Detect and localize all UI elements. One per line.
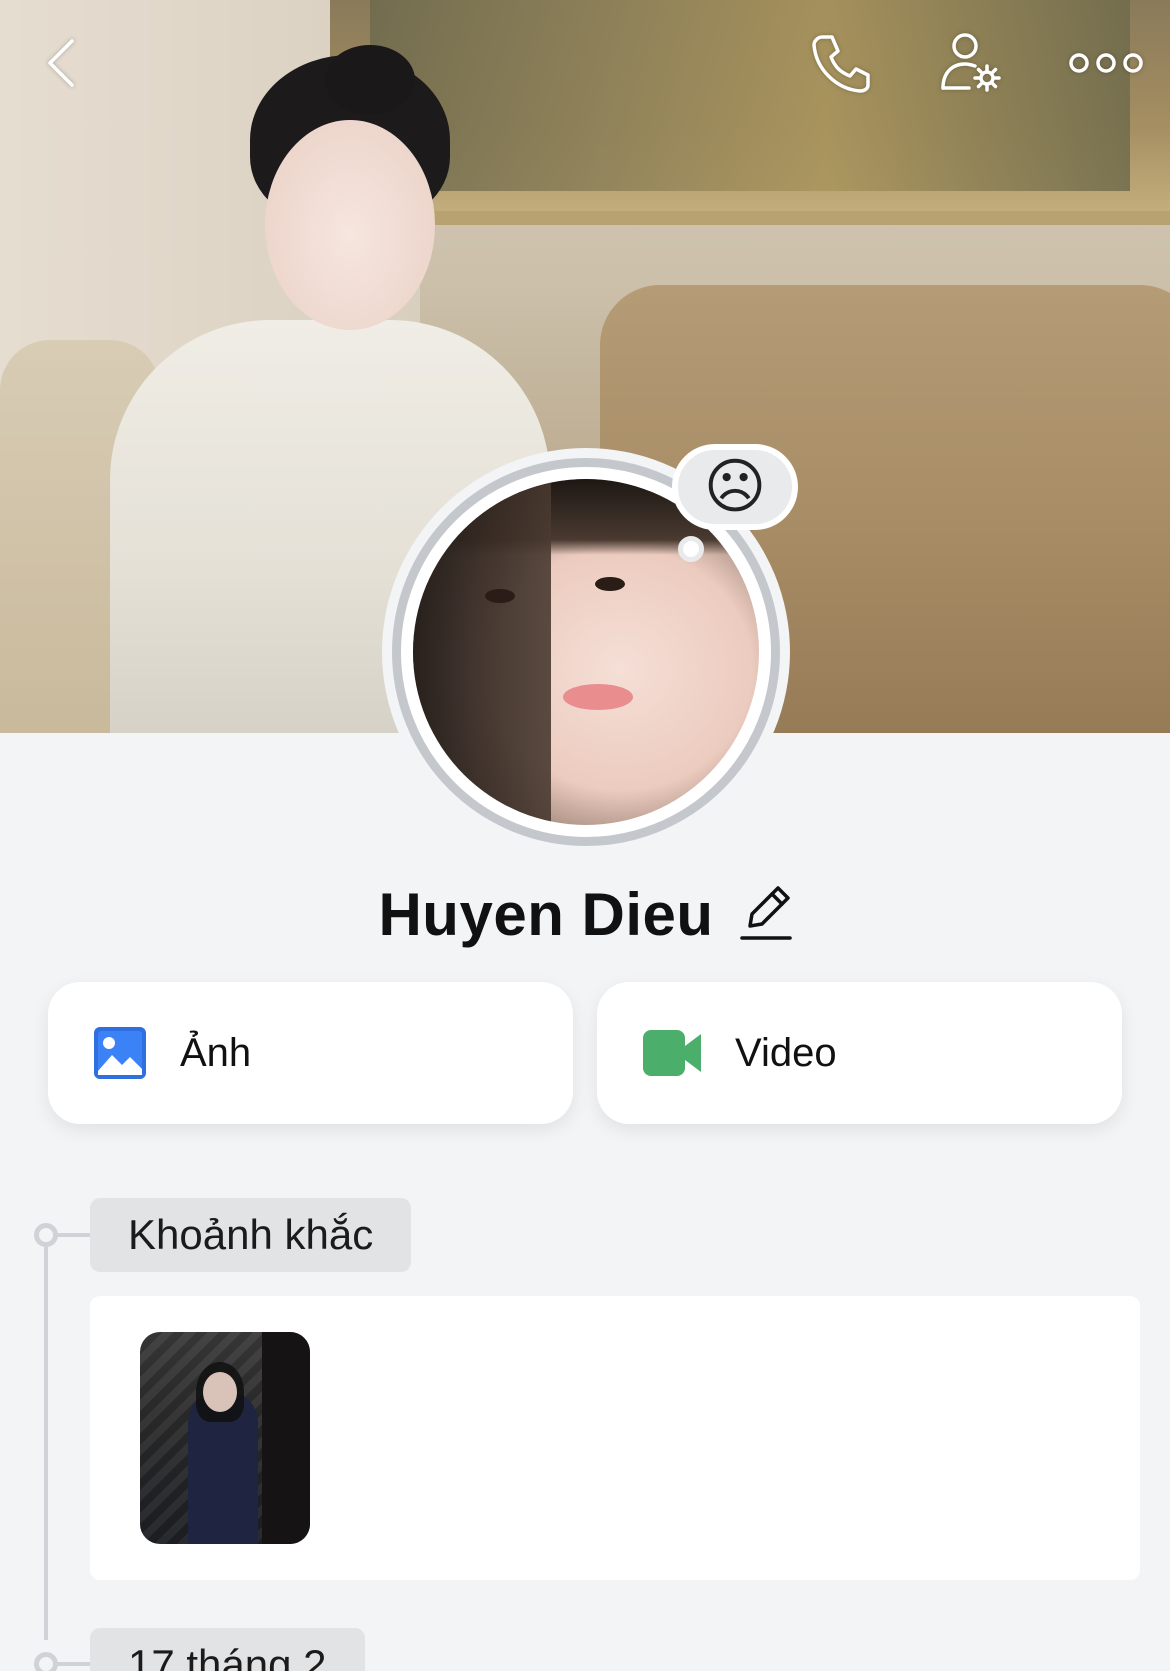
- videos-label: Video: [735, 1030, 837, 1075]
- cover-person-bun: [325, 45, 415, 115]
- videos-button[interactable]: Video: [597, 982, 1122, 1124]
- avatar-image: [413, 479, 759, 825]
- edit-name-button[interactable]: [739, 882, 792, 947]
- sad-face-icon: ☹: [703, 453, 767, 520]
- date-tag: 17 tháng 2: [90, 1628, 365, 1671]
- cover-person-face: [265, 120, 435, 330]
- more-button[interactable]: [1066, 28, 1146, 98]
- user-settings-button[interactable]: [932, 28, 1012, 98]
- moment-thumbnail[interactable]: [140, 1332, 310, 1544]
- photos-button[interactable]: Ảnh: [48, 982, 573, 1124]
- phone-icon: [812, 35, 870, 93]
- moments-card: [90, 1296, 1140, 1580]
- mood-bubble-tail: [678, 536, 704, 562]
- profile-name: Huyen Dieu: [378, 881, 714, 948]
- date-label: 17 tháng 2: [128, 1641, 327, 1671]
- call-button[interactable]: [800, 28, 880, 98]
- profile-name-row: Huyen Dieu: [0, 880, 1170, 949]
- moments-tag: Khoảnh khắc: [90, 1198, 412, 1272]
- image-icon: [94, 1027, 146, 1079]
- chevron-left-icon: [48, 39, 74, 87]
- moments-label: Khoảnh khắc: [128, 1211, 374, 1258]
- timeline-node: [34, 1652, 58, 1671]
- timeline-node: [34, 1223, 58, 1247]
- video-camera-icon: [643, 1030, 701, 1076]
- more-dots-icon: [1069, 53, 1143, 73]
- back-button[interactable]: [20, 28, 100, 98]
- cover-painting: [330, 0, 1170, 225]
- photos-label: Ảnh: [180, 1030, 252, 1075]
- mood-bubble[interactable]: ☹: [672, 444, 798, 530]
- pencil-icon: [739, 886, 792, 940]
- timeline-line: [44, 1240, 48, 1640]
- user-settings-icon: [941, 33, 1001, 92]
